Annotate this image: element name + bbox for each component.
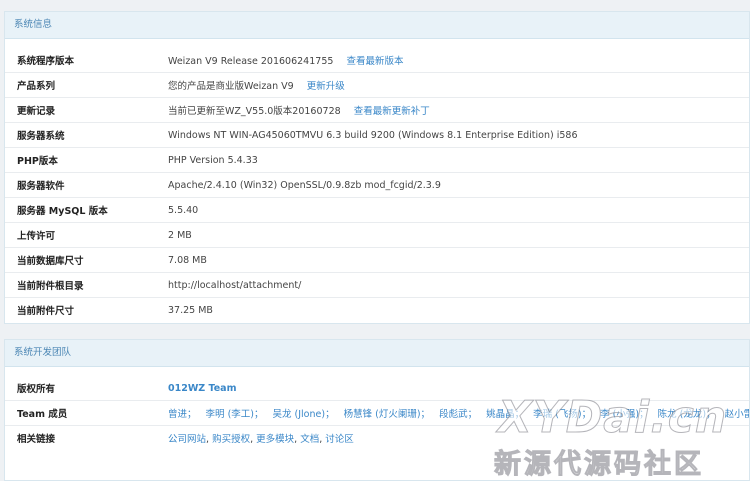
forum-link[interactable]: 讨论区 [325,434,354,445]
info-row-program-version: 系统程序版本 Weizan V9 Release 201606241755 查看… [5,48,749,73]
row-value: 012WZ Team [168,383,749,394]
team-member[interactable]: 曾进； [168,409,197,420]
row-label: 相关链接 [17,434,56,445]
db-size-value: 7.08 MB [168,254,207,266]
team-member[interactable]: 李 (小强)； [600,409,648,420]
info-row-server-software: 服务器软件 Apache/2.4.10 (Win32) OpenSSL/0.9.… [5,173,749,198]
members-list: 曾进； 李明 (李工)； 吴龙 (Jlone)； 杨慧锋 (灯火阑珊)； 段彪武… [168,406,749,420]
row-label: 系统程序版本 [17,56,75,67]
row-label: 服务器 MySQL 版本 [17,206,108,217]
system-info-header: 系统信息 [5,12,749,39]
related-links: 公司网站, 购买授权, 更多模块, 文档, 讨论区 [168,431,749,445]
attachment-root-value: http://localhost/attachment/ [168,279,302,291]
team-member[interactable]: 李瑞 (飞扬)； [533,409,591,420]
upload-limit-value: 2 MB [168,229,192,241]
info-row-attachment-root: 当前附件根目录 http://localhost/attachment/ [5,273,749,298]
more-modules-link[interactable]: 更多模块 [256,434,294,445]
row-value: 当前已更新至WZ_V55.0版本20160728 查看最新更新补丁 [168,103,749,117]
dev-team-panel: 系统开发团队 版权所有 012WZ Team Team 成员 曾进； 李明 (李… [4,339,750,481]
info-row-attachment-size: 当前附件尺寸 37.25 MB [5,298,749,322]
row-label: PHP版本 [17,156,58,167]
program-version-value: Weizan V9 Release 201606241755 [168,56,334,67]
mysql-version-value: 5.5.40 [168,204,199,216]
row-label: 上传许可 [17,231,56,242]
attachment-size-value: 37.25 MB [168,304,213,316]
team-row-members: Team 成员 曾进； 李明 (李工)； 吴龙 (Jlone)； 杨慧锋 (灯火… [5,401,749,426]
php-version-value: PHP Version 5.4.33 [168,154,258,166]
info-row-db-size: 当前数据库尺寸 7.08 MB [5,248,749,273]
info-row-upload-limit: 上传许可 2 MB [5,223,749,248]
info-row-server-os: 服务器系统 Windows NT WIN-AG45060TMVU 6.3 bui… [5,123,749,148]
row-label: 当前附件根目录 [17,281,84,292]
team-row-copyright: 版权所有 012WZ Team [5,376,749,401]
upgrade-link[interactable]: 更新升级 [307,81,345,92]
row-label: 产品系列 [17,81,56,92]
team-member[interactable]: 杨慧锋 (灯火阑珊)； [344,409,430,420]
check-latest-patch-link[interactable]: 查看最新更新补丁 [354,106,430,117]
row-label: 当前附件尺寸 [17,306,75,317]
info-row-php-version: PHP版本 PHP Version 5.4.33 [5,148,749,173]
system-info-panel: 系统信息 系统程序版本 Weizan V9 Release 2016062417… [4,11,750,324]
update-log-value: 当前已更新至WZ_V55.0版本20160728 [168,106,341,117]
team-member[interactable]: 吴龙 (Jlone)； [273,409,335,420]
row-label: 服务器软件 [17,181,65,192]
docs-link[interactable]: 文档 [300,434,319,445]
server-software-value: Apache/2.4.10 (Win32) OpenSSL/0.9.8zb mo… [168,179,441,191]
team-member[interactable]: 姚晶晶； [486,409,524,420]
info-row-mysql-version: 服务器 MySQL 版本 5.5.40 [5,198,749,223]
dev-team-header: 系统开发团队 [5,340,749,367]
team-member[interactable]: 李明 (李工)； [206,409,264,420]
team-member[interactable]: 段彪武； [439,409,477,420]
info-row-product-series: 产品系列 您的产品是商业版Weizan V9 更新升级 [5,73,749,98]
row-label: Team 成员 [17,409,68,420]
team-member[interactable]: 陈龙 (龙龙)； [658,409,716,420]
row-label: 更新记录 [17,106,56,117]
row-label: 服务器系统 [17,131,65,142]
team-name-link[interactable]: 012WZ Team [168,383,236,394]
server-os-value: Windows NT WIN-AG45060TMVU 6.3 build 920… [168,129,578,141]
info-row-update-log: 更新记录 当前已更新至WZ_V55.0版本20160728 查看最新更新补丁 [5,98,749,123]
row-value: Weizan V9 Release 201606241755 查看最新版本 [168,53,749,67]
company-website-link[interactable]: 公司网站 [168,434,206,445]
buy-license-link[interactable]: 购买授权 [212,434,250,445]
team-row-links: 相关链接 公司网站, 购买授权, 更多模块, 文档, 讨论区 [5,426,749,450]
team-member[interactable]: 赵小雷 (微微)； [725,409,749,420]
row-label: 版权所有 [17,384,56,395]
check-latest-version-link[interactable]: 查看最新版本 [346,56,403,67]
product-series-value: 您的产品是商业版Weizan V9 [168,81,294,92]
row-label: 当前数据库尺寸 [17,256,84,267]
row-value: 您的产品是商业版Weizan V9 更新升级 [168,78,749,92]
